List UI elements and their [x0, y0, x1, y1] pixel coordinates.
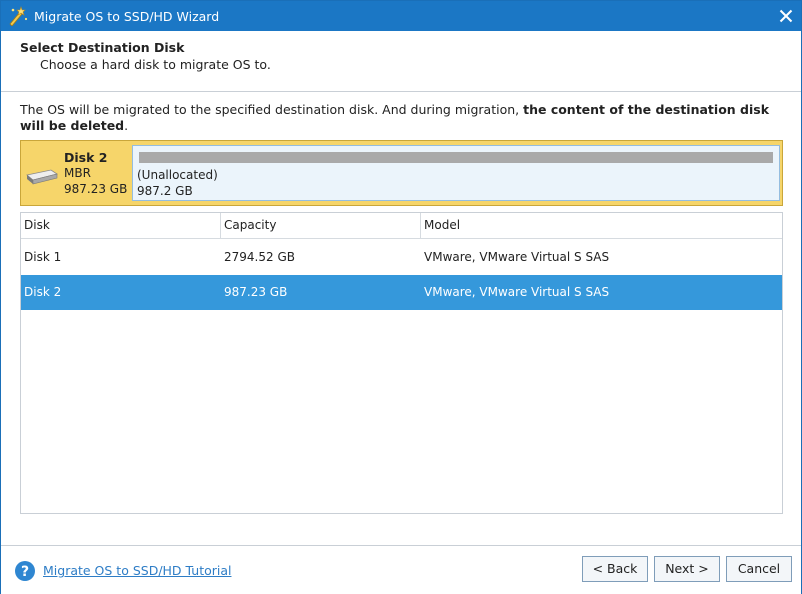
partition-usage-bar [139, 152, 773, 163]
column-header-disk[interactable]: Disk [21, 213, 221, 238]
selected-disk-panel[interactable]: Disk 2 MBR 987.23 GB (Unallocated) 987.2… [20, 140, 783, 206]
migration-warning: The OS will be migrated to the specified… [20, 102, 780, 134]
next-button[interactable]: Next > [654, 556, 720, 582]
wizard-footer: ? Migrate OS to SSD/HD Tutorial < Back N… [1, 545, 801, 594]
column-header-capacity[interactable]: Capacity [221, 213, 421, 238]
page-subtitle: Choose a hard disk to migrate OS to. [40, 57, 271, 72]
column-header-model[interactable]: Model [421, 213, 782, 238]
cancel-button[interactable]: Cancel [726, 556, 792, 582]
disk-name: Disk 2 [64, 150, 108, 165]
partition-label: (Unallocated) [137, 168, 218, 182]
wizard-window: Migrate OS to SSD/HD Wizard Select Desti… [0, 0, 802, 594]
cell-model: VMware, VMware Virtual S SAS [424, 285, 610, 299]
unallocated-partition[interactable]: (Unallocated) 987.2 GB [132, 145, 780, 201]
table-row[interactable]: Disk 1 2794.52 GB VMware, VMware Virtual… [21, 240, 782, 275]
disk-table: Disk Capacity Model Disk 1 2794.52 GB VM… [20, 212, 783, 514]
hard-disk-icon [25, 167, 59, 188]
svg-text:?: ? [21, 564, 29, 580]
close-icon [779, 9, 793, 23]
close-button[interactable] [771, 1, 801, 31]
cell-model: VMware, VMware Virtual S SAS [424, 250, 610, 264]
tutorial-link[interactable]: Migrate OS to SSD/HD Tutorial [43, 563, 231, 578]
cell-capacity: 987.23 GB [224, 285, 288, 299]
disk-info: Disk 2 MBR 987.23 GB [21, 141, 131, 205]
page-title: Select Destination Disk [20, 40, 185, 55]
cell-disk: Disk 2 [24, 285, 62, 299]
disk-partition-style: MBR [64, 166, 91, 180]
title-bar: Migrate OS to SSD/HD Wizard [1, 1, 801, 31]
cell-capacity: 2794.52 GB [224, 250, 295, 264]
table-header: Disk Capacity Model [21, 213, 782, 239]
partition-size: 987.2 GB [137, 184, 193, 198]
wizard-content: The OS will be migrated to the specified… [1, 93, 801, 545]
warning-end: . [124, 118, 129, 133]
warning-text: The OS will be migrated to the specified… [20, 102, 524, 117]
window-title: Migrate OS to SSD/HD Wizard [34, 9, 220, 24]
cell-disk: Disk 1 [24, 250, 62, 264]
help-question-icon[interactable]: ? [14, 560, 36, 582]
table-row-selected[interactable]: Disk 2 987.23 GB VMware, VMware Virtual … [21, 275, 782, 310]
back-button[interactable]: < Back [582, 556, 648, 582]
wizard-header: Select Destination Disk Choose a hard di… [1, 31, 801, 92]
disk-size: 987.23 GB [64, 182, 128, 196]
wizard-wand-icon [8, 6, 28, 27]
